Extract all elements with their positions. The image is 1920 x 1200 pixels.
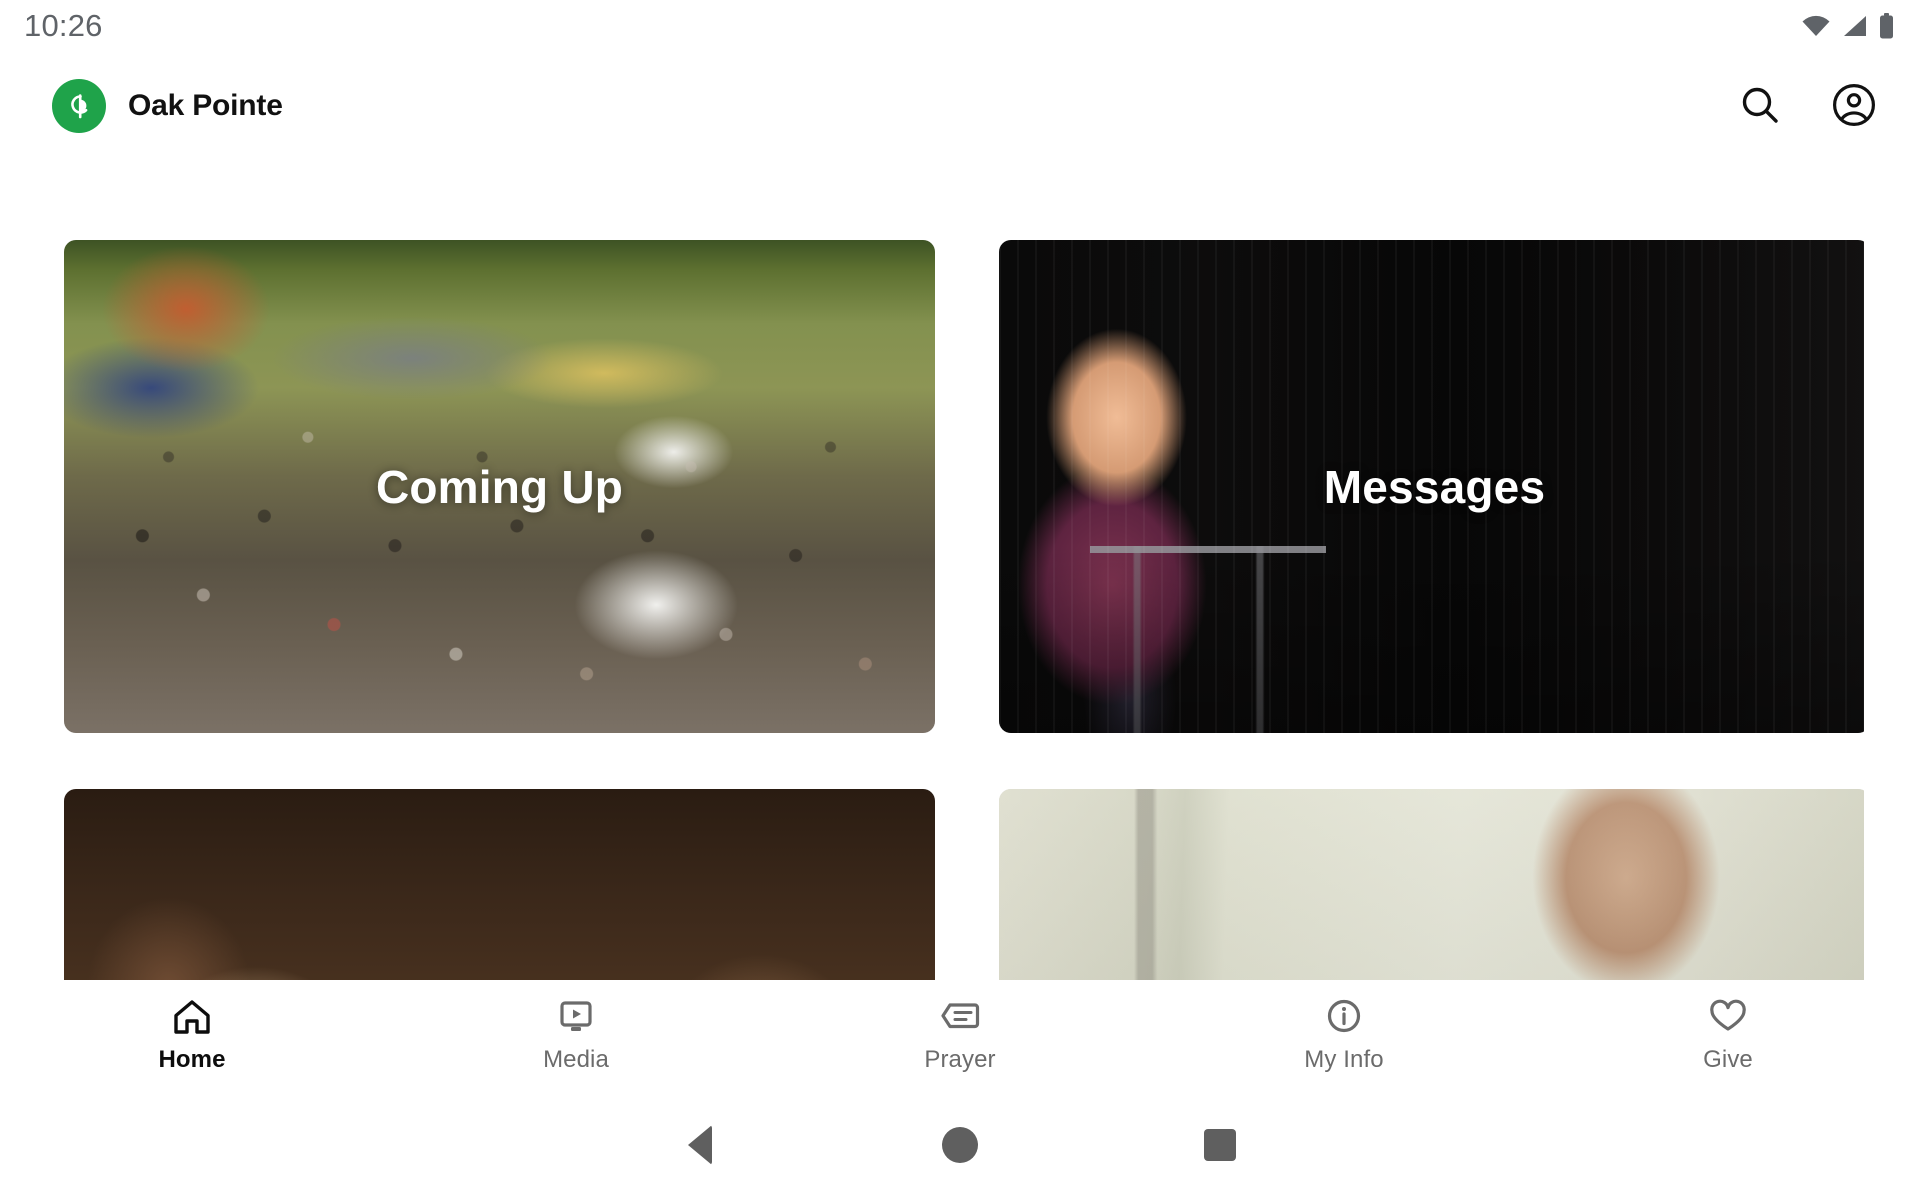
search-icon: [1738, 83, 1782, 130]
account-icon: [1831, 82, 1877, 131]
media-play-icon: [556, 996, 596, 1036]
tab-give[interactable]: Give: [1536, 980, 1920, 1090]
status-bar: 10:26: [0, 0, 1920, 52]
home-icon: [172, 996, 212, 1036]
system-home-button[interactable]: [830, 1090, 1090, 1200]
home-circle-icon: [942, 1127, 978, 1163]
status-bar-icons: [1801, 13, 1894, 39]
tab-give-label: Give: [1703, 1046, 1753, 1073]
app-title: Oak Pointe: [128, 89, 283, 122]
battery-icon: [1879, 13, 1894, 39]
info-circle-icon: [1324, 996, 1364, 1036]
oak-pointe-logo: [52, 79, 106, 133]
tab-prayer[interactable]: Prayer: [768, 980, 1152, 1090]
system-back-button[interactable]: [570, 1090, 830, 1200]
prayer-message-icon: [939, 996, 981, 1036]
system-navigation-bar: [0, 1090, 1920, 1200]
card-coming-up-image: [64, 240, 935, 733]
wifi-icon: [1801, 15, 1831, 37]
heart-icon: [1707, 996, 1749, 1036]
system-recents-button[interactable]: [1090, 1090, 1350, 1200]
card-grid: Coming Up Messages: [64, 240, 1864, 1015]
tab-media[interactable]: Media: [384, 980, 768, 1090]
recents-square-icon: [1204, 1129, 1236, 1161]
tab-home-label: Home: [158, 1046, 226, 1073]
search-button[interactable]: [1734, 80, 1786, 132]
podium-shape: [1090, 545, 1326, 733]
card-coming-up[interactable]: Coming Up: [64, 240, 935, 733]
tab-home[interactable]: Home: [0, 980, 384, 1090]
app-header: Oak Pointe: [0, 52, 1920, 160]
tab-my-info[interactable]: My Info: [1152, 980, 1536, 1090]
tab-media-label: Media: [543, 1046, 609, 1073]
card-messages[interactable]: Messages: [999, 240, 1864, 733]
status-bar-clock: 10:26: [24, 8, 103, 43]
back-triangle-icon: [688, 1125, 712, 1165]
tab-my-info-label: My Info: [1304, 1046, 1384, 1073]
brand[interactable]: Oak Pointe: [52, 79, 283, 133]
bottom-tab-bar: Home Media Prayer My Info Give: [0, 980, 1920, 1090]
account-button[interactable]: [1828, 80, 1880, 132]
tab-prayer-label: Prayer: [924, 1046, 996, 1073]
header-actions: [1734, 80, 1880, 132]
cellular-signal-icon: [1842, 15, 1868, 37]
card-messages-image: [999, 240, 1864, 733]
